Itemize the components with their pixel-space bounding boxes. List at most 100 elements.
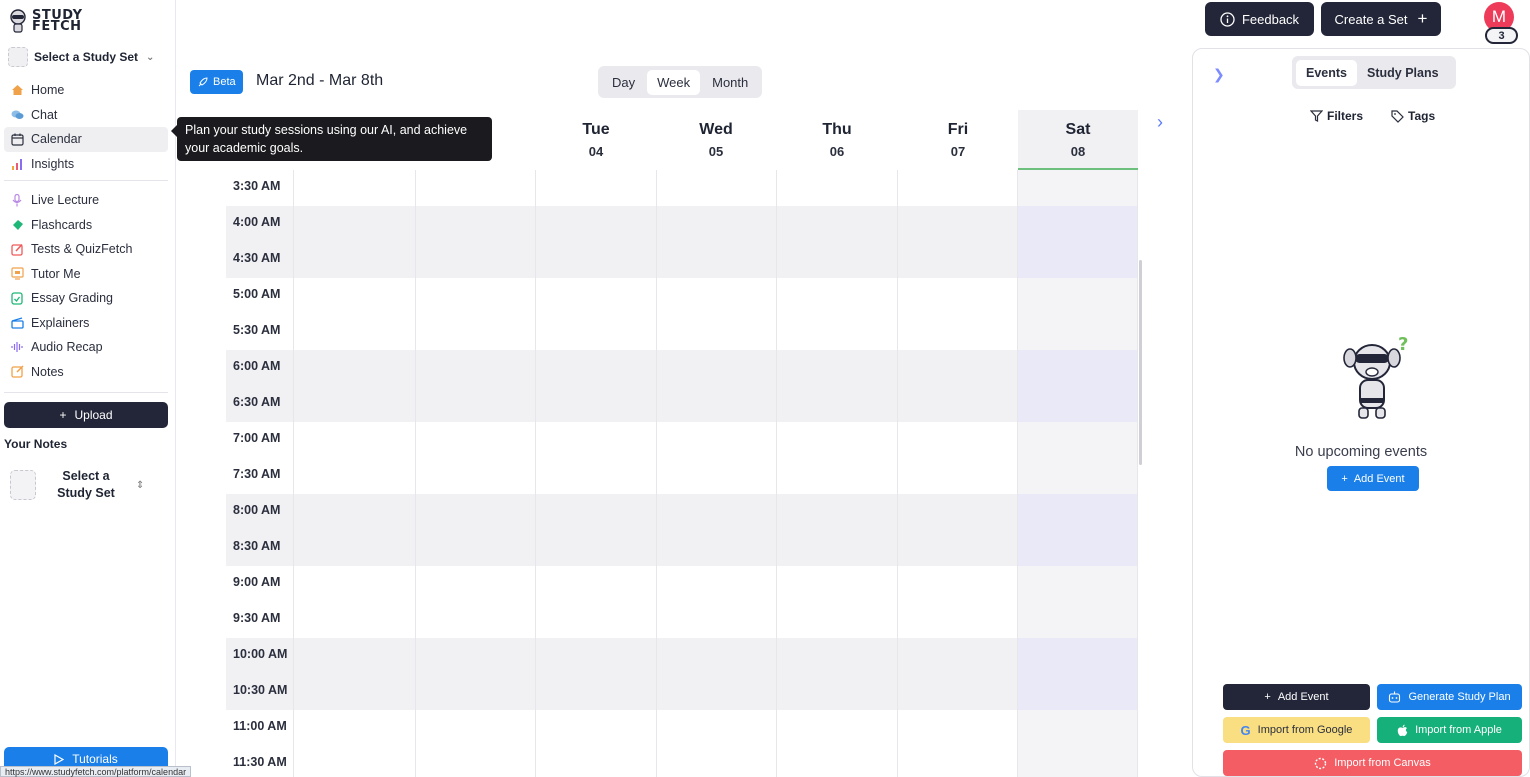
sidebar-item-label: Tutor Me [31, 266, 81, 281]
calendar-tooltip: Plan your study sessions using our AI, a… [171, 117, 492, 161]
events-panel: ❯ Events Study Plans Filters Tags ? No u… [1192, 48, 1530, 777]
time-row[interactable]: 9:30 AM [226, 602, 1138, 638]
collapse-panel-chevron-icon[interactable]: ❯ [1213, 66, 1225, 83]
grid-line [293, 170, 294, 777]
day-of-week: Tue [582, 121, 610, 138]
tag-icon [1391, 109, 1404, 123]
sidebar-item-explainers[interactable]: Explainers [4, 311, 168, 336]
sidebar-item-label: Live Lecture [31, 193, 100, 208]
view-day-button[interactable]: Day [602, 70, 645, 95]
add-event-label: Add Event [1277, 691, 1329, 703]
chat-icon [10, 108, 24, 122]
sidebar-item-calendar[interactable]: Calendar [4, 127, 168, 152]
time-row[interactable]: 10:30 AM [226, 674, 1138, 710]
filter-icon [1310, 110, 1323, 122]
sidebar-item-tests-quizfetch[interactable]: Tests & QuizFetch [4, 237, 168, 262]
generate-study-plan-button[interactable]: Generate Study Plan [1377, 684, 1522, 710]
studyfetch-logo[interactable]: STUDY FETCH [8, 8, 83, 34]
sidebar-item-chat[interactable]: Chat [4, 103, 168, 128]
time-row[interactable]: 5:30 AM [226, 314, 1138, 350]
day-of-month: 04 [588, 144, 604, 159]
time-label: 7:00 AM [233, 431, 281, 445]
confused-dog-mascot-icon: ? [1343, 336, 1408, 419]
essay-icon [10, 291, 24, 305]
time-row[interactable]: 9:00 AM [226, 566, 1138, 602]
view-month-button[interactable]: Month [702, 70, 758, 95]
tab-events[interactable]: Events [1296, 59, 1357, 86]
day-header-sat[interactable]: Sat 08 [1018, 110, 1138, 170]
grid-line [897, 170, 898, 777]
grid-line [1017, 170, 1018, 777]
import-google-button[interactable]: G Import from Google [1223, 717, 1370, 743]
time-row[interactable]: 10:00 AM [226, 638, 1138, 674]
calendar-icon [10, 132, 24, 146]
sidebar-item-insights[interactable]: Insights [4, 152, 168, 177]
study-set-selector[interactable]: Select a Study Set ⌄ [8, 47, 154, 67]
home-icon [10, 83, 24, 97]
sidebar-item-label: Home [31, 83, 65, 98]
import-canvas-button[interactable]: Import from Canvas [1223, 750, 1522, 776]
time-row[interactable]: 6:30 AM [226, 386, 1138, 422]
nav-tools: Live Lecture Flashcards Tests & QuizFetc… [4, 188, 168, 384]
time-row[interactable]: 11:30 AM [226, 746, 1138, 777]
day-header-fri[interactable]: Fri 07 [898, 110, 1018, 170]
filters-button[interactable]: Filters [1310, 109, 1363, 123]
time-row[interactable]: 4:00 AM [226, 206, 1138, 242]
time-label: 4:00 AM [233, 215, 281, 229]
sidebar-item-flashcards[interactable]: Flashcards [4, 213, 168, 238]
time-row[interactable]: 8:00 AM [226, 494, 1138, 530]
sidebar-item-label: Insights [31, 156, 75, 171]
dog-logo-icon [10, 9, 26, 33]
time-row[interactable]: 4:30 AM [226, 242, 1138, 278]
empty-state-text: No upcoming events [1294, 444, 1428, 460]
day-header-thu[interactable]: Thu 06 [777, 110, 897, 170]
day-header-tue[interactable]: Tue 04 [536, 110, 656, 170]
date-range-title: Mar 2nd - Mar 8th [256, 72, 384, 89]
next-week-chevron-icon[interactable]: › [1157, 112, 1163, 133]
plus-icon: + [1341, 472, 1348, 485]
sidebar: STUDY FETCH Select a Study Set ⌄ Home Ch… [0, 0, 176, 777]
view-week-button[interactable]: Week [647, 69, 701, 95]
sidebar-item-label: Chat [31, 107, 58, 122]
time-row[interactable]: 5:00 AM [226, 278, 1138, 314]
sidebar-item-home[interactable]: Home [4, 78, 168, 103]
time-row[interactable]: 8:30 AM [226, 530, 1138, 566]
sidebar-item-live-lecture[interactable]: Live Lecture [4, 188, 168, 213]
tab-study-plans[interactable]: Study Plans [1357, 60, 1449, 86]
calendar-scrollbar[interactable] [1139, 260, 1142, 465]
upload-label: Upload [74, 408, 113, 422]
sidebar-item-essay-grading[interactable]: Essay Grading [4, 286, 168, 311]
day-header-wed[interactable]: Wed 05 [656, 110, 776, 170]
time-row[interactable]: 6:00 AM [226, 350, 1138, 386]
explainers-icon [10, 316, 24, 330]
sidebar-item-tutor-me[interactable]: Tutor Me [4, 262, 168, 287]
import-canvas-label: Import from Canvas [1334, 757, 1431, 769]
plus-icon: + [59, 408, 67, 422]
create-set-button[interactable]: Create a Set + [1321, 2, 1441, 36]
grid-line [535, 170, 536, 777]
feedback-button[interactable]: Feedback [1205, 2, 1314, 36]
add-event-button-empty-state[interactable]: + Add Event [1327, 466, 1419, 491]
add-event-button[interactable]: + Add Event [1223, 684, 1370, 710]
sidebar-item-notes[interactable]: Notes [4, 360, 168, 385]
divider [4, 180, 168, 181]
import-apple-button[interactable]: Import from Apple [1377, 717, 1522, 743]
tags-button[interactable]: Tags [1391, 109, 1435, 123]
notes-study-set-selector[interactable]: Select a Study Set ⇕ [10, 468, 144, 502]
time-label: 5:00 AM [233, 287, 281, 301]
upload-button[interactable]: + Upload [4, 402, 168, 428]
day-of-week: Wed [699, 121, 733, 138]
avatar-count-badge: 3 [1485, 27, 1518, 44]
time-row[interactable]: 11:00 AM [226, 710, 1138, 746]
sidebar-item-label: Explainers [31, 315, 90, 330]
time-label: 6:00 AM [233, 359, 281, 373]
apple-icon [1397, 724, 1408, 737]
time-label: 5:30 AM [233, 323, 281, 337]
sidebar-item-audio-recap[interactable]: Audio Recap [4, 335, 168, 360]
time-row[interactable]: 7:00 AM [226, 422, 1138, 458]
time-row[interactable]: 3:30 AM [226, 170, 1138, 206]
time-label: 9:00 AM [233, 575, 281, 589]
time-row[interactable]: 7:30 AM [226, 458, 1138, 494]
day-of-week: Thu [822, 121, 852, 138]
divider [4, 392, 168, 393]
